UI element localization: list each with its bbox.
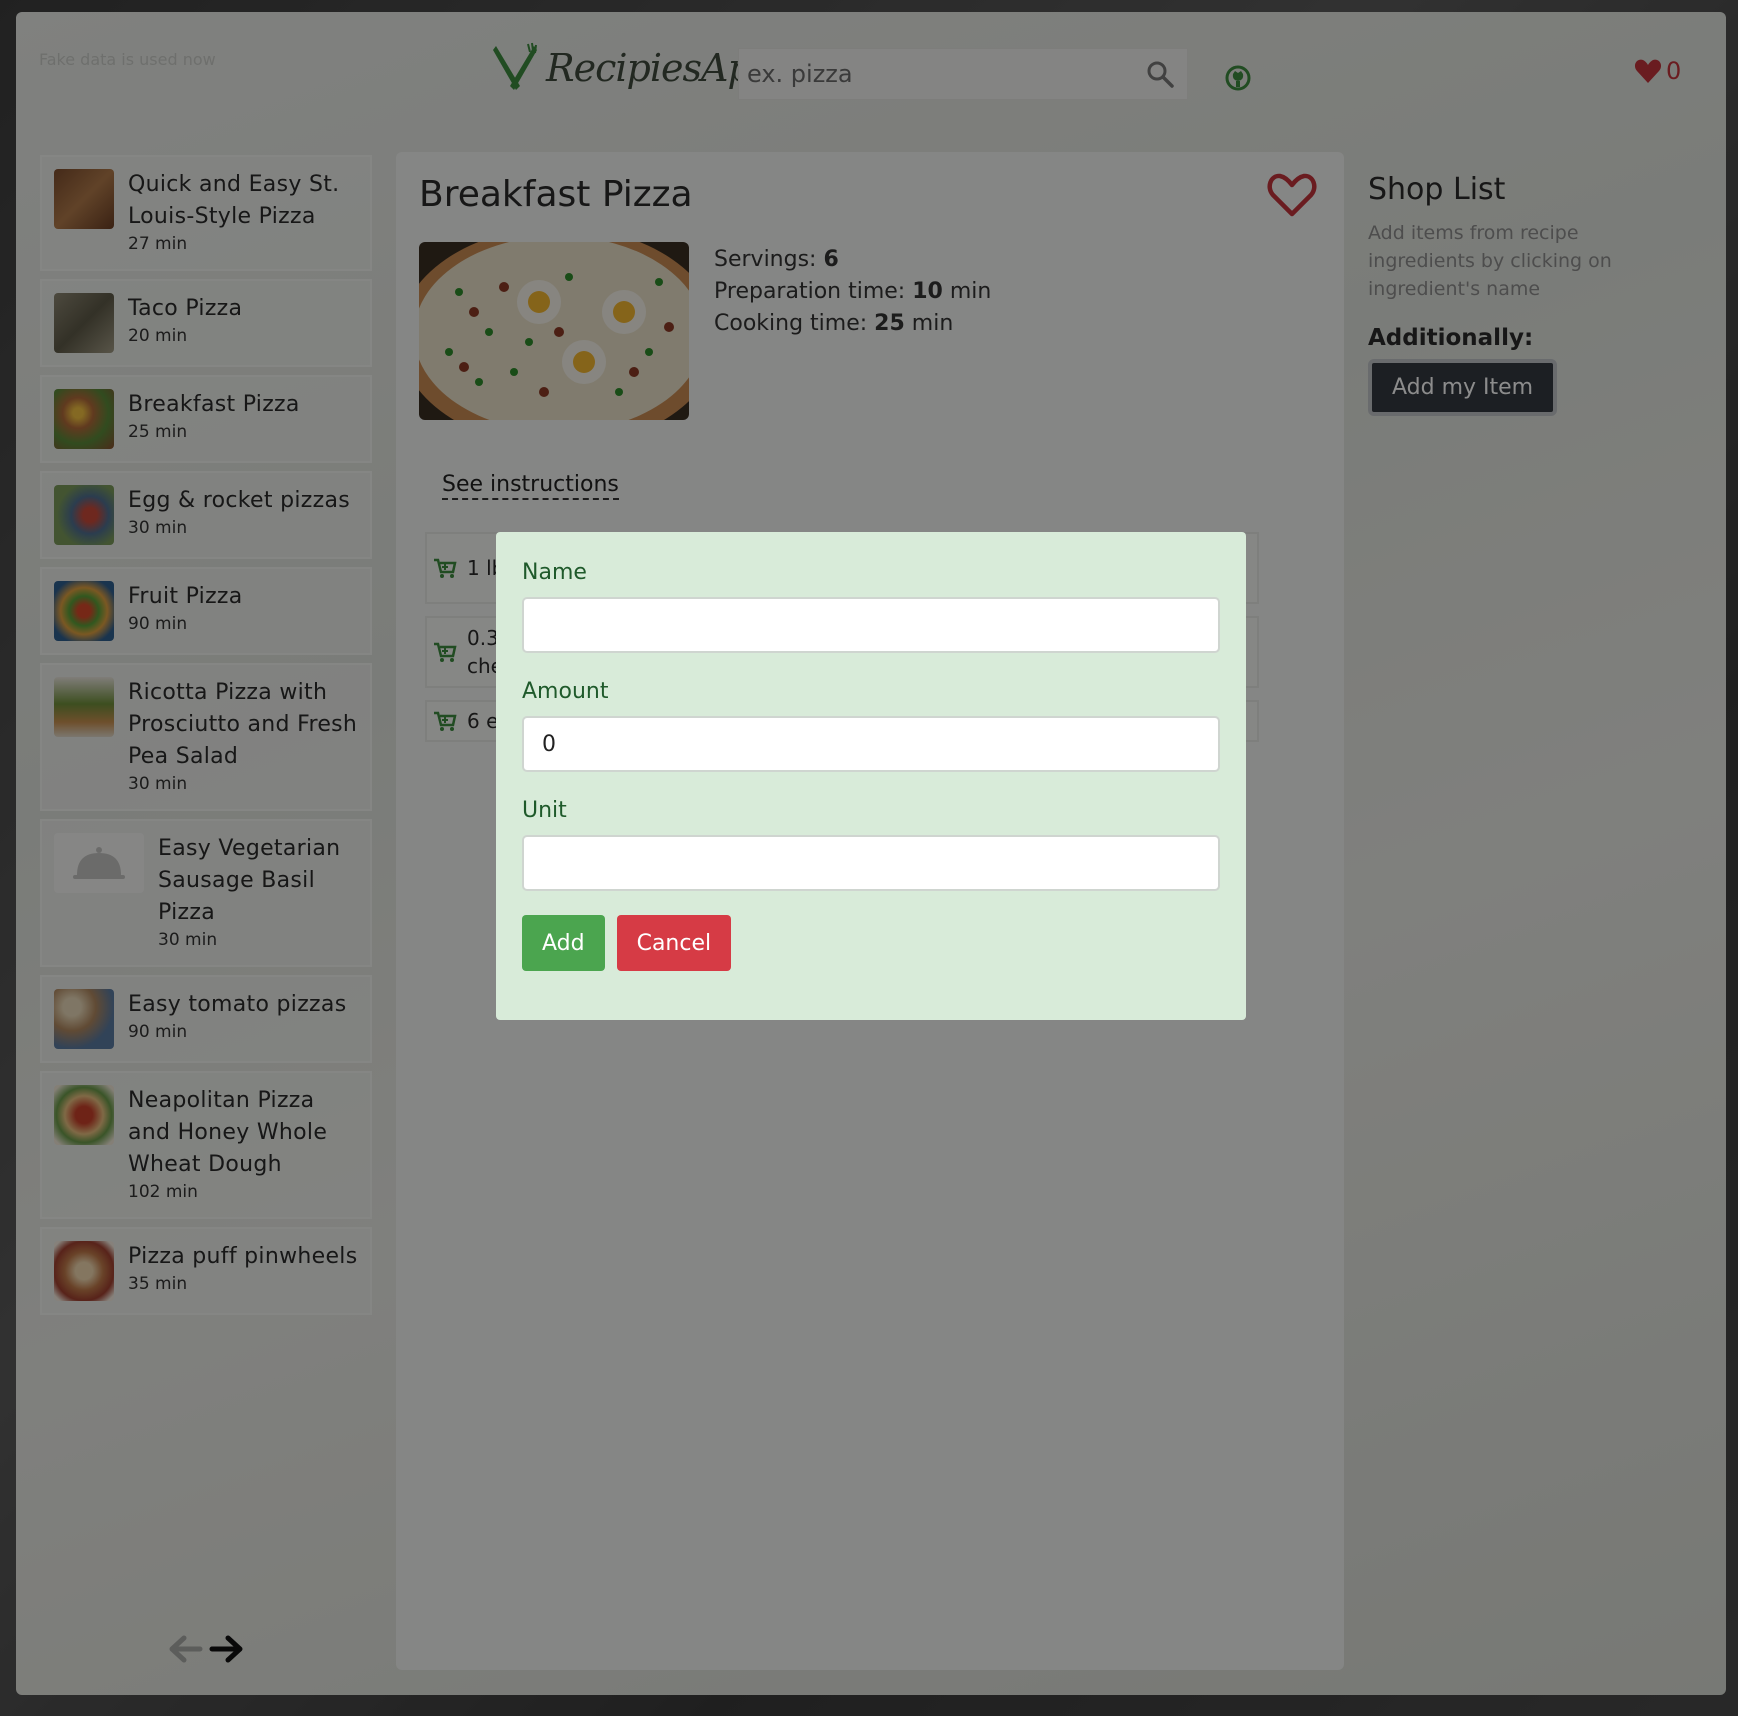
amount-field[interactable] <box>522 716 1220 772</box>
unit-label: Unit <box>522 798 567 823</box>
cancel-button[interactable]: Cancel <box>616 915 732 971</box>
add-button[interactable]: Add <box>522 915 605 971</box>
unit-field[interactable] <box>522 835 1220 891</box>
modal-actions: Add Cancel <box>522 915 1220 971</box>
add-item-modal: Name Amount Unit Add Cancel <box>496 532 1246 1020</box>
name-label: Name <box>522 560 587 585</box>
amount-label: Amount <box>522 679 609 704</box>
name-field[interactable] <box>522 597 1220 653</box>
